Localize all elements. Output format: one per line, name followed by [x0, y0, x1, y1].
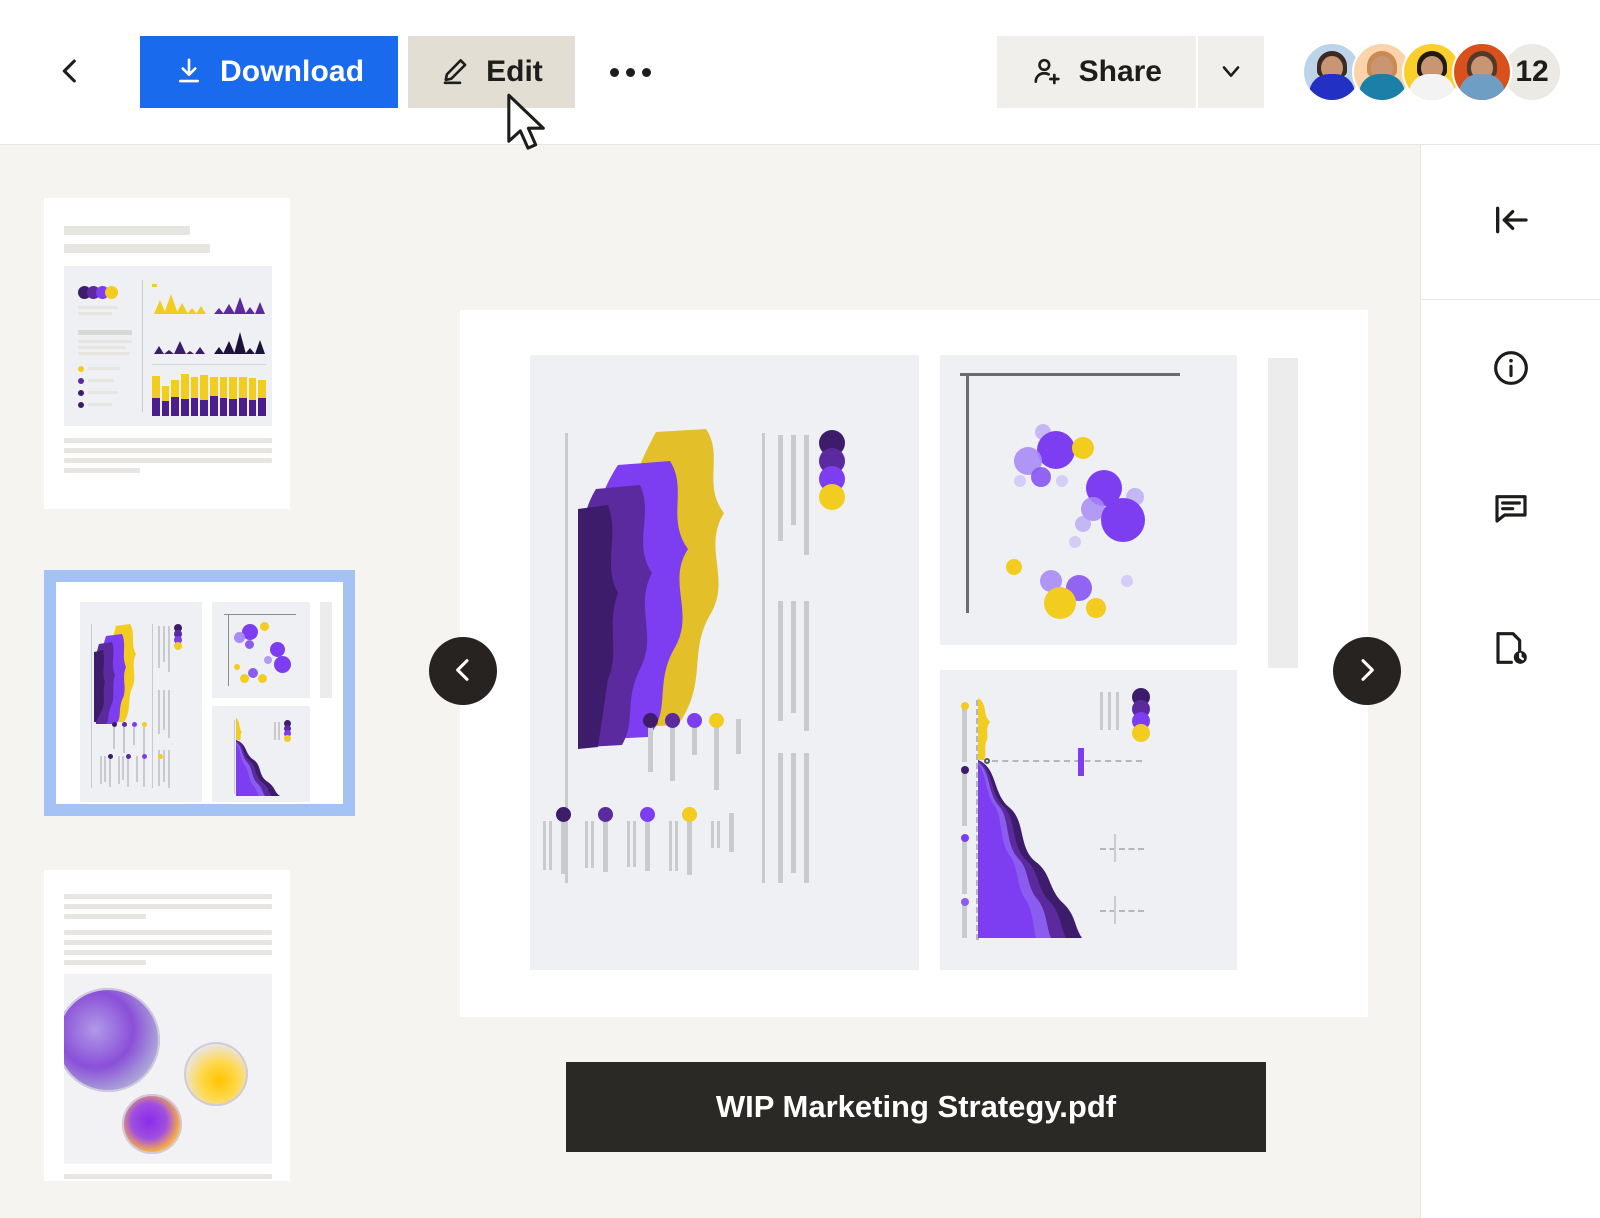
- top-toolbar: Download Edit Share: [0, 0, 1600, 145]
- avatar[interactable]: [1452, 42, 1512, 102]
- tick-line: [669, 821, 672, 871]
- tick-line: [711, 821, 714, 848]
- lollipop-dot: [729, 813, 734, 852]
- bubble: [1069, 536, 1081, 548]
- previous-page-button[interactable]: [429, 637, 497, 705]
- page-1-thumbnail[interactable]: [44, 198, 290, 509]
- bubble: [1072, 437, 1094, 459]
- lollipop-dot: [709, 713, 724, 728]
- comments-button[interactable]: [1421, 440, 1600, 580]
- edit-button[interactable]: Edit: [408, 36, 575, 108]
- chart-bubble-chart: [940, 355, 1237, 645]
- lollipop-stem: [648, 725, 653, 772]
- tick-line: [591, 821, 594, 868]
- bar: [249, 370, 257, 416]
- more-options-button[interactable]: [599, 40, 663, 104]
- bubble: [1075, 516, 1091, 532]
- tick-line: [633, 821, 636, 867]
- bar: [229, 370, 237, 416]
- bubble: [1056, 475, 1068, 487]
- lollipop-stem: [603, 819, 608, 872]
- bubble: [1006, 559, 1022, 575]
- lollipop-dot: [640, 807, 655, 822]
- info-circle-icon: [1491, 348, 1531, 393]
- lollipop-dot: [598, 807, 613, 822]
- right-sidebar: [1420, 145, 1600, 1218]
- collapse-panel-icon: [1491, 200, 1531, 245]
- chart-ridgeline-stream-chart: [530, 355, 919, 970]
- chevron-left-icon: [53, 54, 87, 91]
- share-button-label: Share: [1079, 55, 1162, 89]
- edit-button-label: Edit: [486, 55, 543, 89]
- bubble: [1014, 475, 1026, 487]
- chevron-down-icon: [1217, 57, 1245, 88]
- tick-line: [549, 821, 552, 870]
- bubble: [1086, 598, 1106, 618]
- bar: [200, 370, 208, 416]
- chart-horizontal-layered-area-chart: [940, 670, 1237, 970]
- chevron-right-icon: [1351, 654, 1383, 689]
- lollipop-dot: [643, 713, 658, 728]
- filename-label: WIP Marketing Strategy.pdf: [716, 1089, 1116, 1125]
- collaborator-avatars[interactable]: 12: [1302, 42, 1562, 102]
- collapse-panel-button[interactable]: [1421, 145, 1600, 300]
- tick-line: [627, 821, 630, 867]
- lollipop-stem: [692, 725, 697, 755]
- pencil-icon: [440, 56, 470, 89]
- page-3-thumbnail[interactable]: [44, 870, 290, 1181]
- download-icon: [174, 56, 204, 89]
- tick-line: [675, 821, 678, 871]
- bar: [258, 370, 266, 416]
- bar: [239, 370, 247, 416]
- lollipop-stem: [687, 819, 692, 875]
- download-button-label: Download: [220, 55, 364, 89]
- filename-bar: WIP Marketing Strategy.pdf: [566, 1062, 1266, 1152]
- version-history-button[interactable]: [1421, 580, 1600, 720]
- lollipop-dot: [682, 807, 697, 822]
- bar: [152, 370, 160, 416]
- person-add-icon: [1031, 55, 1063, 90]
- info-button[interactable]: [1421, 300, 1600, 440]
- page-2-thumbnail[interactable]: [44, 570, 355, 816]
- comment-icon: [1491, 488, 1531, 533]
- document-preview-canvas: WIP Marketing Strategy.pdf: [420, 145, 1420, 1218]
- bar: [191, 370, 199, 416]
- next-page-button[interactable]: [1333, 637, 1401, 705]
- tick-line: [717, 821, 720, 848]
- lollipop-dot: [556, 807, 571, 822]
- legend-dot: [819, 484, 845, 510]
- pdf-page: [460, 310, 1368, 1017]
- bubble: [1037, 431, 1075, 469]
- share-button[interactable]: Share: [997, 36, 1196, 108]
- pdf-viewer-app: Download Edit Share: [0, 0, 1600, 1218]
- bubble: [1044, 587, 1076, 619]
- bubble: [1121, 575, 1133, 587]
- chevron-left-icon: [447, 654, 479, 689]
- lollipop-dot: [665, 713, 680, 728]
- share-dropdown-button[interactable]: [1196, 36, 1264, 108]
- ellipsis-icon: [610, 68, 651, 77]
- lollipop-stem: [670, 725, 675, 781]
- bubble: [1031, 467, 1051, 487]
- lollipop-stem: [645, 819, 650, 871]
- bubble: [1101, 498, 1145, 542]
- bar: [171, 370, 179, 416]
- lollipop-dot: [736, 719, 741, 754]
- bar: [162, 370, 170, 416]
- lollipop-dot: [687, 713, 702, 728]
- tick-line: [543, 821, 546, 870]
- lollipop-stem: [714, 725, 719, 790]
- page-thumbnail-rail[interactable]: [0, 145, 420, 1218]
- page-placeholder-bar: [1268, 358, 1298, 668]
- lollipop-stem: [561, 819, 566, 874]
- tick-line: [585, 821, 588, 868]
- file-history-icon: [1491, 628, 1531, 673]
- bar: [210, 370, 218, 416]
- bar: [220, 370, 228, 416]
- back-button[interactable]: [34, 36, 106, 108]
- bar: [181, 370, 189, 416]
- header-right-group: Share 12: [997, 36, 1600, 108]
- download-button[interactable]: Download: [140, 36, 398, 108]
